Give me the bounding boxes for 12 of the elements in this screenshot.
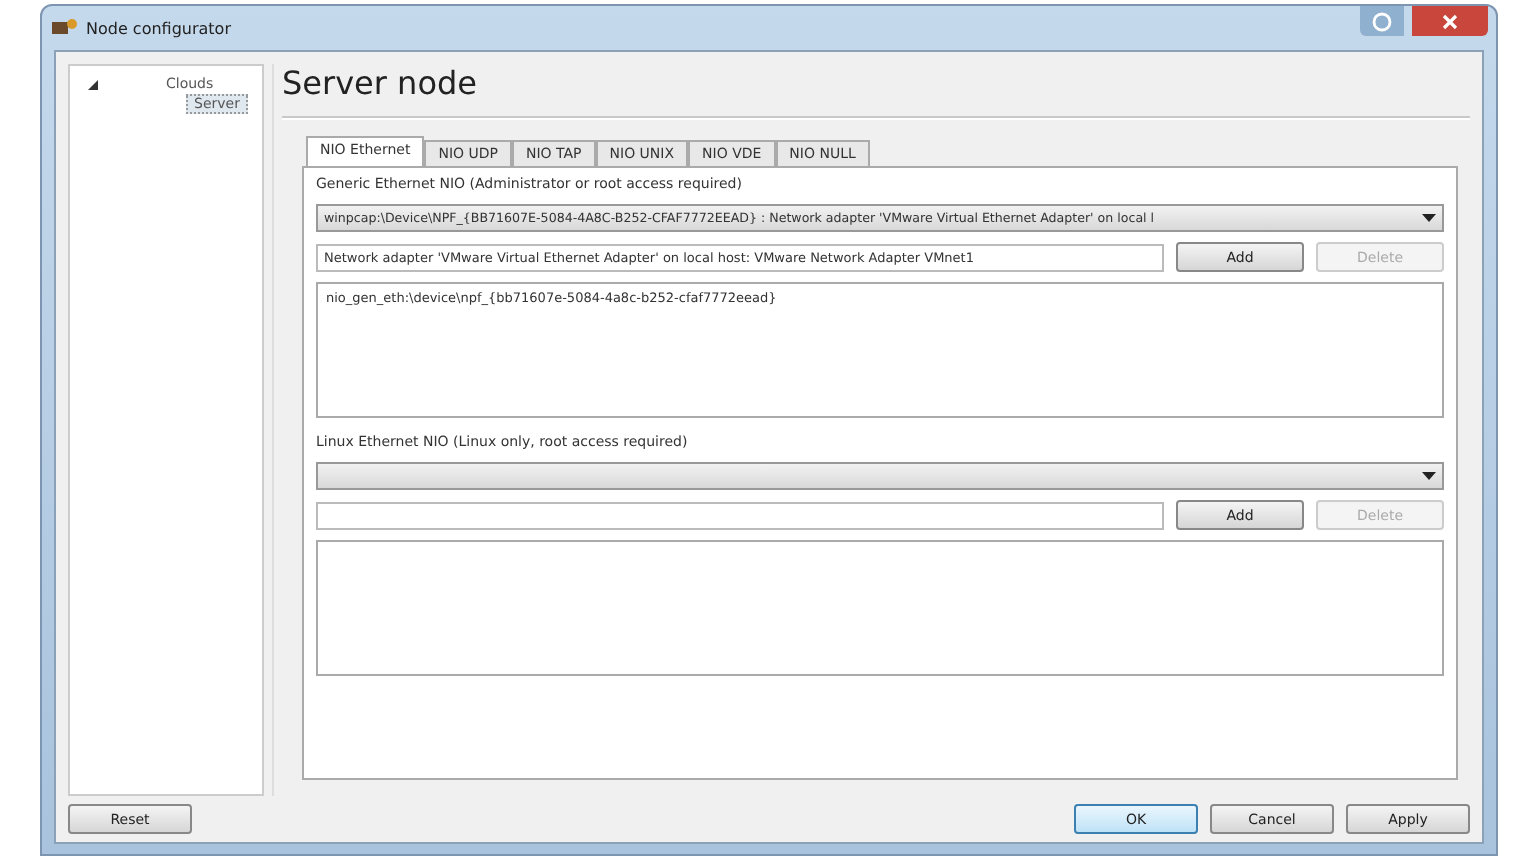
dropdown-arrow-icon bbox=[1422, 214, 1436, 222]
close-button[interactable] bbox=[1412, 6, 1488, 36]
help-icon bbox=[1372, 11, 1392, 31]
dropdown-arrow-icon bbox=[1422, 472, 1436, 480]
dropdown[interactable] bbox=[316, 462, 1444, 490]
expand-arrow-icon[interactable] bbox=[86, 77, 100, 91]
close-icon bbox=[1440, 11, 1460, 31]
text-field[interactable] bbox=[316, 501, 1164, 529]
help-button[interactable] bbox=[1360, 6, 1404, 36]
page-heading: Server node bbox=[282, 64, 479, 106]
app-icon bbox=[50, 16, 78, 40]
window-title: Node configurator bbox=[86, 19, 231, 37]
